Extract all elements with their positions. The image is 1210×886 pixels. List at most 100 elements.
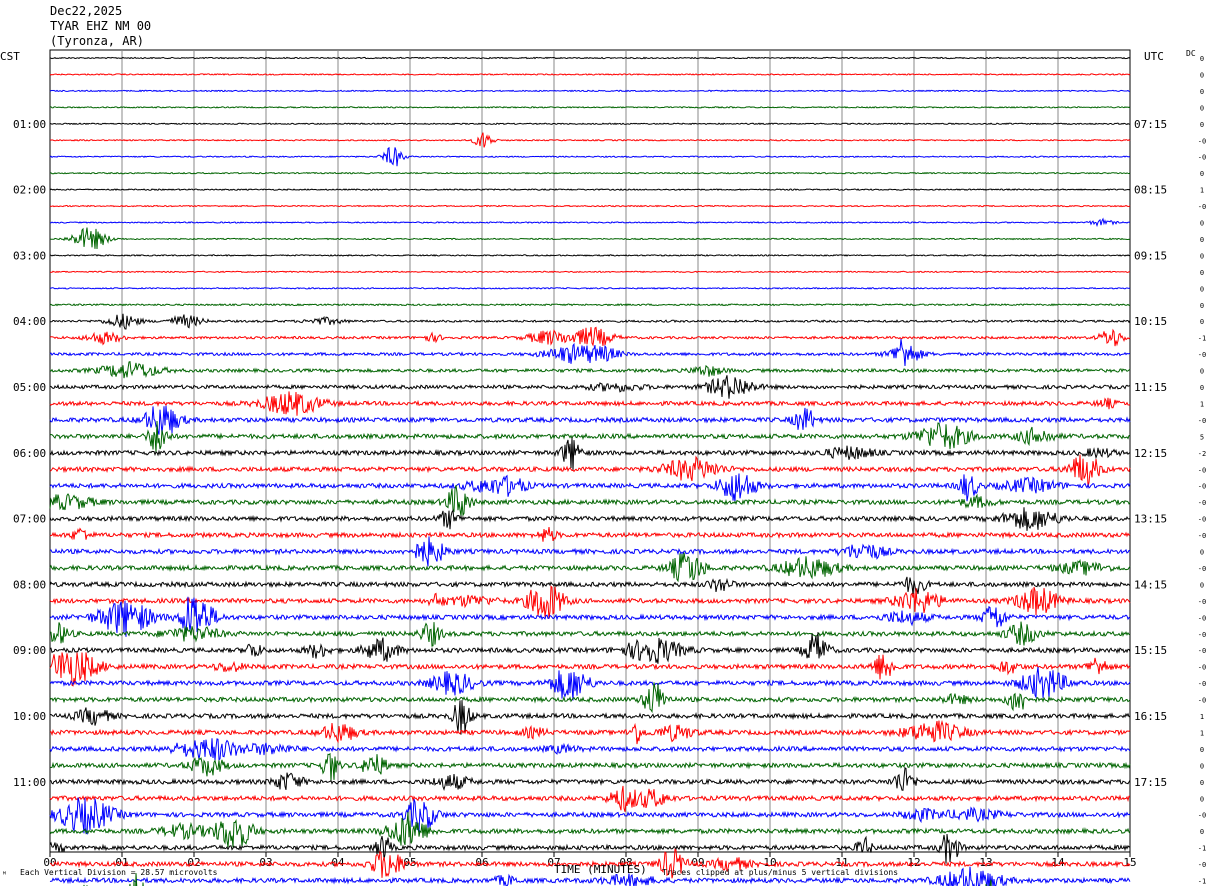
left-hour-label: 06:00 — [13, 447, 46, 460]
scale-note: Each Vertical Division = 28.57 microvolt… — [20, 868, 218, 877]
dc-offset-label: 0 — [1200, 746, 1204, 754]
dc-offset-label: -0 — [1198, 203, 1206, 211]
dc-offset-label: 0 — [1200, 549, 1204, 557]
left-hour-label: 09:00 — [13, 644, 46, 657]
seismic-trace — [49, 270, 1131, 274]
right-hour-label: 13:15 — [1134, 513, 1167, 526]
seismic-trace — [49, 833, 1131, 864]
left-hour-label: 07:00 — [13, 513, 46, 526]
left-hour-label: 11:00 — [13, 776, 46, 789]
seismic-trace — [49, 507, 1131, 531]
dc-offset-label: -0 — [1198, 598, 1206, 606]
dc-offset-label: 0 — [1200, 121, 1204, 129]
dc-offset-label: -0 — [1198, 861, 1206, 869]
left-hour-label: 01:00 — [13, 118, 46, 131]
seismic-trace — [49, 552, 1131, 583]
dc-offset-label: -0 — [1198, 812, 1206, 820]
x-tick-label: 13 — [979, 856, 992, 869]
left-hour-label: 03:00 — [13, 249, 46, 262]
seismic-trace — [49, 73, 1131, 76]
dc-offset-label: 5 — [1200, 433, 1204, 441]
dc-offset-label: -0 — [1198, 351, 1206, 359]
dc-offset-label: -0 — [1198, 680, 1206, 688]
x-axis-title: TIME (MINUTES) — [554, 863, 647, 876]
dc-offset-label: 0 — [1200, 318, 1204, 326]
seismic-trace — [49, 171, 1131, 175]
dc-offset-label: -0 — [1198, 516, 1206, 524]
seismic-trace — [49, 621, 1131, 647]
dc-offset-label: -0 — [1198, 664, 1206, 672]
dc-offset-label: -0 — [1198, 631, 1206, 639]
right-hour-label: 11:15 — [1134, 381, 1167, 394]
dc-offset-label: -0 — [1198, 466, 1206, 474]
seismic-trace — [49, 106, 1131, 109]
right-hour-label: 08:15 — [1134, 184, 1167, 197]
dc-offset-label: 1 — [1200, 187, 1204, 195]
seismic-trace — [49, 738, 1131, 761]
seismic-trace — [49, 303, 1131, 307]
dc-offset-label: 0 — [1200, 581, 1204, 589]
dc-offset-label: 0 — [1200, 368, 1204, 376]
right-hour-label: 07:15 — [1134, 118, 1167, 131]
dc-offset-label: 0 — [1200, 795, 1204, 803]
dc-offset-label: 0 — [1200, 236, 1204, 244]
dc-offset-label: -0 — [1198, 565, 1206, 573]
seismic-trace — [49, 391, 1131, 416]
seismic-trace — [49, 326, 1131, 347]
left-hour-label: 08:00 — [13, 578, 46, 591]
seismic-trace — [49, 473, 1131, 503]
right-hour-label: 14:15 — [1134, 578, 1167, 591]
dc-offset-label: -0 — [1198, 483, 1206, 491]
dc-offset-label: -0 — [1198, 532, 1206, 540]
left-hour-label: 05:00 — [13, 381, 46, 394]
x-tick-label: 12 — [907, 856, 920, 869]
seismic-trace — [49, 217, 1131, 228]
seismic-trace — [49, 485, 1131, 517]
seismic-trace — [49, 405, 1131, 435]
seismic-trace — [49, 146, 1131, 167]
x-tick-label: 15 — [1123, 856, 1136, 869]
dc-offset-label: 0 — [1200, 302, 1204, 310]
right-hour-label: 16:15 — [1134, 710, 1167, 723]
dc-offset-label: 0 — [1200, 88, 1204, 96]
seismic-trace — [49, 204, 1131, 208]
dc-offset-label: 0 — [1200, 71, 1204, 79]
seismic-trace — [49, 313, 1131, 330]
dc-offset-label: 0 — [1200, 762, 1204, 770]
seismic-trace — [49, 56, 1131, 60]
dc-offset-label: 1 — [1200, 729, 1204, 737]
corner-mark: ᴹ — [2, 870, 7, 879]
seismic-trace — [49, 122, 1130, 126]
right-hour-label: 17:15 — [1134, 776, 1167, 789]
seismic-trace — [49, 752, 1131, 782]
seismic-trace — [49, 227, 1131, 250]
right-hour-label: 10:15 — [1134, 315, 1167, 328]
seismic-trace — [49, 89, 1130, 93]
dc-offset-label: 0 — [1200, 220, 1204, 228]
dc-offset-label: 1 — [1200, 400, 1204, 408]
dc-offset-label: -0 — [1198, 697, 1206, 705]
dc-offset-label: -0 — [1198, 154, 1206, 162]
seismic-trace — [50, 375, 1131, 399]
dc-offset-label: -0 — [1198, 417, 1206, 425]
dc-offset-label: 0 — [1200, 104, 1204, 112]
seismic-trace — [49, 338, 1131, 367]
seismic-trace — [49, 286, 1131, 290]
dc-offset-label: -1 — [1198, 878, 1206, 886]
dc-offset-label: 0 — [1200, 779, 1204, 787]
seismic-trace — [49, 576, 1131, 595]
seismic-trace — [49, 420, 1131, 453]
dc-offset-label: 0 — [1200, 55, 1204, 63]
dc-offset-label: 0 — [1200, 170, 1204, 178]
seismic-trace — [49, 527, 1131, 542]
dc-offset-label: -1 — [1198, 335, 1206, 343]
seismic-trace — [49, 536, 1131, 567]
dc-offset-label: -0 — [1198, 614, 1206, 622]
helicorder-plot: 00 01 02 03 04 05 06 07 08 09 10 11 12 13 14 1500000-0-… — [13, 49, 1206, 886]
left-hour-label: 04:00 — [13, 315, 46, 328]
right-hour-label: 12:15 — [1134, 447, 1167, 460]
seismic-trace — [49, 785, 1130, 812]
dc-offset-label: -2 — [1198, 450, 1206, 458]
dc-offset-label: 0 — [1200, 285, 1204, 293]
dc-offset-label: 1 — [1200, 713, 1204, 721]
